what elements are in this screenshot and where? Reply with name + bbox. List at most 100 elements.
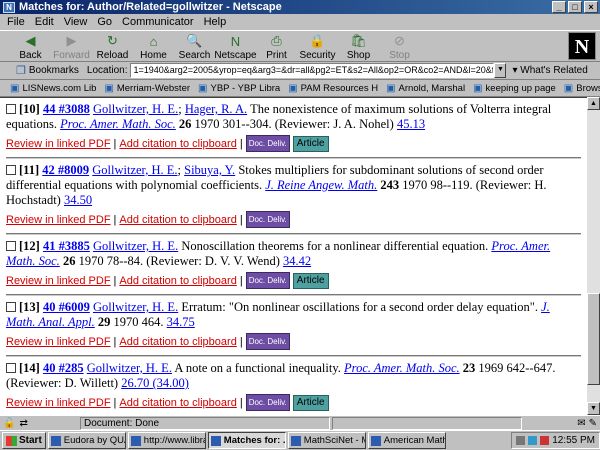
- author-link[interactable]: Gollwitzer, H. E.: [93, 300, 178, 314]
- mail-icon[interactable]: ✉: [577, 418, 585, 429]
- author-link[interactable]: Gollwitzer, H. E.: [92, 163, 177, 177]
- mr-number-link[interactable]: 41 #3885: [43, 239, 90, 253]
- stop-label: Stop: [389, 50, 410, 61]
- taskbar-item[interactable]: Matches for: ...: [207, 432, 286, 449]
- classification-link[interactable]: 26.70 (34.00): [121, 376, 189, 390]
- netscape-button[interactable]: N Netscape: [214, 31, 256, 62]
- bookmarks-label: Bookmarks: [28, 65, 79, 76]
- author-link[interactable]: Gollwitzer, H. E.: [87, 361, 172, 375]
- vertical-scrollbar[interactable]: ▲ ▼: [587, 97, 600, 415]
- bookmark-icon: ▣: [288, 82, 298, 94]
- url-dropdown-button[interactable]: ▼: [494, 63, 507, 78]
- classification-link[interactable]: 34.75: [167, 315, 195, 329]
- print-button[interactable]: ⎙ Print: [256, 31, 297, 62]
- mr-number-link[interactable]: 44 #3088: [43, 102, 90, 116]
- back-button[interactable]: ◀ Back: [10, 31, 51, 62]
- menu-go[interactable]: Go: [92, 16, 117, 28]
- scroll-up-button[interactable]: ▲: [587, 97, 600, 110]
- antivirus-icon[interactable]: [540, 436, 550, 445]
- netscape-app-icon: N: [3, 1, 15, 13]
- author-link[interactable]: Hager, R. A.: [185, 102, 247, 116]
- security-lock-icon[interactable]: 🔓: [3, 418, 15, 429]
- search-button[interactable]: 🔍 Search: [174, 31, 215, 62]
- classification-link[interactable]: 34.42: [283, 254, 311, 268]
- scroll-thumb[interactable]: [587, 293, 600, 385]
- forward-arrow-icon: ▶: [66, 33, 77, 48]
- add-citation-link[interactable]: Add citation to clipboard: [119, 138, 236, 150]
- journal-link[interactable]: Proc. Amer. Math. Soc.: [344, 361, 460, 375]
- taskbar-item[interactable]: American Mathe...: [367, 432, 446, 449]
- personal-bookmark[interactable]: ▣ Merriam-Webster: [104, 83, 190, 94]
- review-pdf-link[interactable]: Review in linked PDF: [6, 275, 111, 287]
- menu-edit[interactable]: Edit: [30, 16, 59, 28]
- select-checkbox[interactable]: [6, 363, 16, 373]
- bookmarks-button[interactable]: ❐ Bookmarks: [12, 64, 83, 77]
- author-link[interactable]: Sibuya, Y.: [184, 163, 235, 177]
- author-link[interactable]: Gollwitzer, H. E.: [93, 102, 178, 116]
- classification-link[interactable]: 45.13: [397, 117, 425, 131]
- doc-delivery-button[interactable]: Doc. Deliv.: [245, 394, 290, 411]
- close-button[interactable]: ×: [584, 1, 598, 13]
- article-button[interactable]: Article: [292, 394, 329, 411]
- author-link[interactable]: Gollwitzer, H. E.: [93, 239, 178, 253]
- netscape-logo[interactable]: N: [568, 32, 596, 60]
- taskbar-item[interactable]: MathSciNet - Mi...: [287, 432, 366, 449]
- home-button[interactable]: ⌂ Home: [133, 31, 174, 62]
- taskbar-item-label: http://www.librar...: [143, 435, 205, 446]
- doc-delivery-button[interactable]: Doc. Deliv.: [245, 135, 290, 152]
- minimize-button[interactable]: _: [552, 1, 566, 13]
- doc-delivery-button[interactable]: Doc. Deliv.: [245, 272, 290, 289]
- review-pdf-link[interactable]: Review in linked PDF: [6, 214, 111, 226]
- shop-button[interactable]: 🛍 Shop: [338, 31, 379, 62]
- network-icon[interactable]: [528, 436, 538, 445]
- menu-file[interactable]: File: [2, 16, 30, 28]
- select-checkbox[interactable]: [6, 165, 16, 175]
- personal-bookmark[interactable]: ▣ Arnold, Marshal: [386, 83, 465, 94]
- menu-communicator[interactable]: Communicator: [117, 16, 199, 28]
- toolbar-grip[interactable]: [0, 63, 12, 79]
- add-citation-link[interactable]: Add citation to clipboard: [119, 214, 236, 226]
- taskbar-item[interactable]: Eudora by QUAL...: [47, 432, 126, 449]
- mr-number-link[interactable]: 40 #6009: [43, 300, 90, 314]
- select-checkbox[interactable]: [6, 241, 16, 251]
- personal-bookmark[interactable]: ▣Browser Stuff: [564, 83, 600, 94]
- menu-help[interactable]: Help: [199, 16, 232, 28]
- start-button[interactable]: Start: [2, 432, 46, 449]
- menu-view[interactable]: View: [59, 16, 93, 28]
- stop-button[interactable]: ⊘ Stop: [379, 31, 420, 62]
- add-citation-link[interactable]: Add citation to clipboard: [119, 275, 236, 287]
- personal-bookmark[interactable]: ▣ keeping up page: [473, 83, 556, 94]
- doc-delivery-button[interactable]: Doc. Deliv.: [245, 333, 290, 350]
- personal-bookmark[interactable]: ▣ PAM Resources H: [288, 83, 378, 94]
- application-icon: [370, 435, 381, 446]
- mr-number-link[interactable]: 42 #8009: [42, 163, 89, 177]
- journal-link[interactable]: Proc. Amer. Math. Soc.: [60, 117, 176, 131]
- doc-delivery-button[interactable]: Doc. Deliv.: [245, 211, 290, 228]
- volume: 23: [462, 361, 476, 375]
- add-citation-link[interactable]: Add citation to clipboard: [119, 397, 236, 409]
- select-checkbox[interactable]: [6, 302, 16, 312]
- security-button[interactable]: 🔒 Security: [297, 31, 338, 62]
- url-input[interactable]: 1=1940&arg2=2005&yrop=eq&arg3=&dr=all&pg…: [130, 63, 495, 78]
- select-checkbox[interactable]: [6, 104, 16, 114]
- forward-button[interactable]: ▶ Forward: [51, 31, 92, 62]
- personal-bookmark-label: keeping up page: [485, 82, 556, 94]
- review-pdf-link[interactable]: Review in linked PDF: [6, 138, 111, 150]
- personal-bookmark[interactable]: ▣ YBP - YBP Libra: [198, 83, 280, 94]
- classification-link[interactable]: 34.50: [64, 193, 92, 207]
- whats-related-button[interactable]: ▾ What's Related: [512, 65, 587, 76]
- article-button[interactable]: Article: [292, 135, 329, 152]
- journal-link[interactable]: J. Reine Angew. Math.: [265, 178, 377, 192]
- review-pdf-link[interactable]: Review in linked PDF: [6, 336, 111, 348]
- personal-bookmark[interactable]: ▣ LISNews.com Lib: [10, 83, 96, 94]
- taskbar-item[interactable]: http://www.librar...: [127, 432, 206, 449]
- article-button[interactable]: Article: [292, 272, 329, 289]
- maximize-button[interactable]: □: [568, 1, 582, 13]
- scroll-down-button[interactable]: ▼: [587, 402, 600, 415]
- mr-number-link[interactable]: 40 #285: [43, 361, 84, 375]
- composer-icon[interactable]: ✎: [589, 418, 597, 429]
- review-pdf-link[interactable]: Review in linked PDF: [6, 397, 111, 409]
- reload-button[interactable]: ↻ Reload: [92, 31, 133, 62]
- volume-icon[interactable]: [516, 436, 526, 445]
- add-citation-link[interactable]: Add citation to clipboard: [119, 336, 236, 348]
